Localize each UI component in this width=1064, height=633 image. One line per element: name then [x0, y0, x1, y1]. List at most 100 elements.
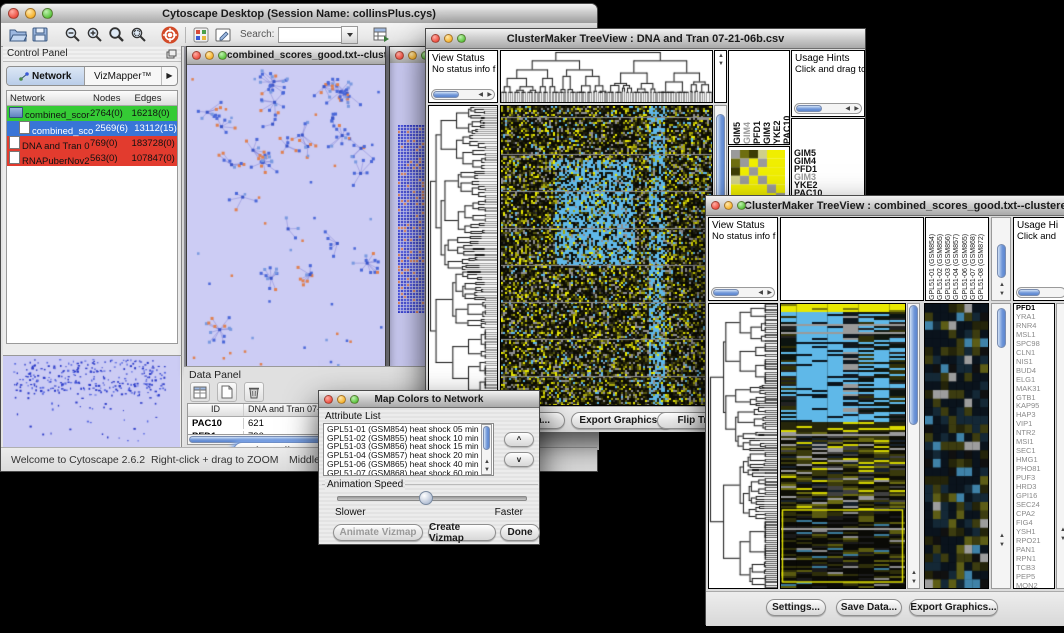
tv1-heatmap[interactable]	[500, 105, 713, 406]
scroll-down-icon[interactable]	[999, 291, 1005, 297]
column-header-nodes[interactable]: Nodes	[90, 93, 132, 104]
minimize-icon[interactable]	[205, 51, 214, 60]
column-header-network[interactable]: Network	[7, 93, 90, 104]
scroll-up-icon[interactable]	[911, 570, 917, 576]
network-table-row[interactable]: RNAPuberNov2+563(0)107847(0)	[7, 151, 177, 166]
close-icon[interactable]	[8, 8, 19, 19]
tv1-column-label[interactable]: GIM3	[762, 51, 772, 144]
hscroll-thumb[interactable]	[433, 91, 459, 98]
tv2-right-scroll-strip[interactable]	[1056, 303, 1064, 589]
tab-vizmapper[interactable]: VizMapper™	[85, 67, 163, 85]
zoom-window-icon[interactable]	[42, 8, 53, 19]
tv2-label-vscrollbar[interactable]	[991, 217, 1011, 301]
scroll-right-icon[interactable]	[854, 106, 859, 112]
network-table-header[interactable]: Network Nodes Edges	[7, 91, 177, 106]
save-data-button[interactable]: Save Data...	[836, 599, 902, 616]
zoom-out-icon[interactable]	[61, 25, 83, 45]
attribute-list[interactable]: GPL51-01 (GSM854) heat shock 05 minGPL51…	[323, 423, 494, 476]
scroll-down-icon[interactable]	[484, 467, 490, 473]
tv2-row-dendrogram[interactable]	[708, 303, 778, 589]
zoom-window-icon[interactable]	[457, 34, 466, 43]
tv1-column-labels[interactable]: GIM5GIM4PFD1GIM3YKE2PAC10	[728, 50, 790, 145]
zoom-window-icon[interactable]	[218, 51, 227, 60]
network-view-canvas[interactable]	[187, 65, 385, 371]
tv2-heatmap[interactable]	[780, 303, 906, 589]
scroll-right-icon[interactable]	[487, 92, 492, 98]
scroll-down-icon[interactable]	[999, 542, 1005, 548]
create-attribute-icon[interactable]	[217, 382, 237, 402]
minimize-icon[interactable]	[25, 8, 36, 19]
help-ring-icon[interactable]	[159, 25, 181, 45]
tv2-column-label[interactable]: GPL51-06 (GSM865)	[962, 218, 969, 300]
gene-label[interactable]: MON2	[1014, 582, 1054, 589]
tv2-title-bar[interactable]: ClusterMaker TreeView : combined_scores_…	[706, 196, 1064, 216]
zoom-in-icon[interactable]	[83, 25, 105, 45]
tv1-column-label[interactable]: PAC10	[782, 51, 790, 144]
move-down-button[interactable]: v	[504, 452, 534, 467]
vscroll-thumb[interactable]	[909, 305, 918, 425]
tv2-heatmap-vscrollbar[interactable]	[907, 303, 920, 589]
export-graphics-button[interactable]: Export Graphics...	[909, 599, 998, 616]
tv1-column-dendrogram[interactable]	[500, 50, 713, 103]
annotation-icon[interactable]	[212, 25, 234, 45]
vscroll-thumb[interactable]	[483, 426, 490, 450]
animate-vizmap-button[interactable]: Animate Vizmap	[333, 524, 423, 541]
tv2-column-label[interactable]: GPL51-08 (GSM872)	[978, 218, 985, 300]
tv2-column-label[interactable]: GPL51-01 (GSM854)	[929, 218, 936, 300]
hscroll-thumb[interactable]	[713, 289, 739, 296]
tv1-column-label[interactable]: PFD1	[752, 51, 762, 144]
network-table-row[interactable]: combined_scores_2764(0)16218(0)	[7, 106, 177, 121]
zoom-window-icon[interactable]	[350, 395, 359, 404]
tv1-column-label[interactable]: GIM5	[732, 51, 742, 144]
network-window-title-bar[interactable]: combined_scores_good.txt--cluste...	[187, 47, 385, 65]
close-icon[interactable]	[431, 34, 440, 43]
scroll-down-icon[interactable]	[1060, 536, 1064, 542]
zoom-fit-icon[interactable]	[105, 25, 127, 45]
vscroll-thumb[interactable]	[997, 308, 1006, 348]
tv1-title-bar[interactable]: ClusterMaker TreeView : DNA and Tran 07-…	[426, 29, 865, 49]
hscroll-thumb[interactable]	[796, 105, 822, 112]
float-panel-icon[interactable]	[166, 49, 177, 59]
network-table-row[interactable]: combined_sco2569(6)13112(15)	[7, 121, 177, 136]
tv2-column-dendrogram[interactable]	[780, 217, 924, 301]
open-file-icon[interactable]	[7, 25, 29, 45]
tab-network[interactable]: Network	[7, 67, 85, 85]
close-icon[interactable]	[395, 51, 404, 60]
tv2-gene-vscrollbar[interactable]	[991, 303, 1011, 589]
network-table-row[interactable]: DNA and Tran 07769(0)183728(0)	[7, 136, 177, 151]
main-title-bar[interactable]: Cytoscape Desktop (Session Name: collins…	[1, 4, 597, 24]
network-overview-canvas[interactable]	[3, 356, 180, 449]
view-status-scrollbar[interactable]	[711, 287, 775, 298]
scroll-left-icon[interactable]	[758, 290, 763, 296]
tab-overflow-arrow-icon[interactable]	[162, 67, 177, 85]
search-input[interactable]	[278, 27, 341, 43]
vizmapper-icon[interactable]	[190, 25, 212, 45]
tv2-column-labels[interactable]: GPL51-01 (GSM854)GPL51-02 (GSM855) GPL51-…	[925, 217, 989, 301]
tv2-column-label[interactable]: GPL51-04 (GSM857)	[953, 218, 960, 300]
vscroll-thumb[interactable]	[997, 244, 1006, 278]
tv2-gene-labels[interactable]: PFD1YRA1RNR4MSL1SPC98CLN1NIS1BUD4ELG1MAK…	[1013, 303, 1055, 589]
usage-hints-scrollbar[interactable]	[794, 103, 862, 114]
tv1-column-scroll-strip[interactable]	[714, 50, 727, 103]
scroll-up-icon[interactable]	[1060, 527, 1064, 533]
move-up-button[interactable]: ^	[504, 432, 534, 447]
network-view-window[interactable]: combined_scores_good.txt--cluste...	[186, 46, 386, 370]
select-attributes-icon[interactable]	[190, 382, 210, 402]
zoom-selected-region-icon[interactable]	[127, 25, 149, 45]
minimize-icon[interactable]	[724, 201, 733, 210]
tv1-row-dendrogram[interactable]	[428, 105, 498, 406]
zoom-window-icon[interactable]	[737, 201, 746, 210]
tv2-column-label[interactable]: GPL51-02 (GSM855)	[937, 218, 944, 300]
attribute-list-scrollbar[interactable]	[481, 424, 492, 475]
scroll-right-icon[interactable]	[767, 290, 772, 296]
usage-hints-scrollbar[interactable]	[1016, 287, 1064, 298]
close-icon[interactable]	[711, 201, 720, 210]
scroll-down-icon[interactable]	[911, 579, 917, 585]
create-vizmap-button[interactable]: Create Vizmap	[428, 524, 496, 541]
column-header-edges[interactable]: Edges	[132, 93, 177, 104]
settings-button[interactable]: Settings...	[766, 599, 826, 616]
tv2-column-label[interactable]: GPL51-07 (GSM868)	[970, 218, 977, 300]
save-icon[interactable]	[29, 25, 51, 45]
tv2-zoom-heatmap[interactable]	[924, 303, 989, 589]
tv1-column-label[interactable]: YKE2	[772, 51, 782, 144]
